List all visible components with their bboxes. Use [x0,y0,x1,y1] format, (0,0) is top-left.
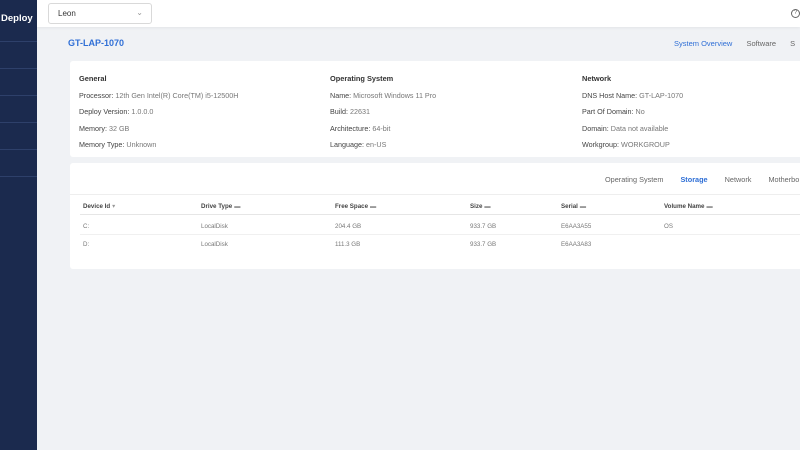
info-row: Deploy Version: 1.0.0.0 [79,107,154,117]
info-row: Processor: 12th Gen Intel(R) Core(TM) i5… [79,91,239,100]
sort-icon: ▬ [234,203,241,210]
table-cell: E6AA3A83 [561,241,592,248]
table-cell: 204.4 GB [335,223,362,230]
table-cell: 933.7 GB [470,241,497,248]
app-brand-label: Deploy [1,13,33,24]
table-cell: E6AA3A55 [561,223,592,230]
sidebar-divider [0,149,37,150]
info-row: Language: en-US [330,140,387,150]
help-icon[interactable]: ? [791,9,800,18]
sidebar-divider [0,95,37,96]
device-tabs: System Overview Software S [674,39,800,48]
section-heading: General [79,74,107,83]
section-heading: Network [582,74,612,83]
app-brand[interactable]: Deploy [0,13,37,24]
sidebar-divider [0,68,37,69]
sidebar-divider [0,41,37,42]
tab-operating-system[interactable]: Operating System [605,175,663,184]
tabs-divider [70,194,800,195]
table-cell: OS [664,223,673,230]
info-row: Workgroup: WORKGROUP [582,140,670,150]
info-row: Build: 22631 [330,107,370,117]
column-header-device-id[interactable]: Device Id ▾ [83,203,115,210]
sort-icon: ▬ [579,203,587,210]
table-cell: LocalDisk [201,223,228,230]
column-header-drive-type[interactable]: Drive Type ▬ [201,203,240,210]
page-title: GT-LAP-1070 [68,38,125,48]
info-row: Memory: 32 GB [79,123,130,133]
column-header-size[interactable]: Size ▬ [470,203,491,210]
top-bar: Leon ⌄ ? [37,0,800,27]
tab-more[interactable]: S [790,39,795,48]
info-row: DNS Host Name: GT-LAP-1070 [582,91,684,100]
tab-motherboard[interactable]: Motherbo [768,175,799,184]
sort-icon: ▬ [484,203,491,210]
sidebar: Deploy [0,0,37,450]
network-section: Network DNS Host Name: GT-LAP-1070 Part … [582,74,683,157]
tab-storage[interactable]: Storage [680,175,707,184]
table-cell: 111.3 GB [335,241,361,248]
general-section: General Processor: 12th Gen Intel(R) Cor… [79,74,238,157]
detail-tabs: Operating System Storage Network Motherb… [605,175,800,184]
tab-system-overview[interactable]: System Overview [674,39,732,48]
info-row: Memory Type: Unknown [79,140,157,150]
table-cell: C: [83,223,90,230]
sort-icon: ▬ [370,203,377,210]
info-row: Name: Microsoft Windows 11 Pro [330,91,437,100]
section-heading: Operating System [330,74,394,83]
table-cell: LocalDisk [201,241,228,248]
info-row: Domain: Data not available [582,123,669,133]
table-row-divider [80,234,800,235]
tab-software[interactable]: Software [746,39,776,48]
table-header-divider [80,214,800,215]
sort-icon: ▬ [706,203,713,210]
column-header-volume-name[interactable]: Volume Name ▬ [664,203,713,210]
column-header-free-space[interactable]: Free Space ▬ [335,203,376,210]
chevron-down-icon: ⌄ [136,8,143,17]
sidebar-divider [0,122,37,123]
sort-desc-icon: ▾ [112,203,116,210]
info-row: Part Of Domain: No [582,107,645,117]
column-header-serial[interactable]: Serial ▬ [561,203,586,210]
sidebar-divider [0,176,37,177]
operating-system-section: Operating System Name: Microsoft Windows… [330,74,436,157]
table-cell: 933.7 GB [470,223,497,230]
user-select-value: Leon [58,9,76,18]
table-cell: D: [83,241,90,248]
storage-card: Operating System Storage Network Motherb… [70,163,800,269]
user-select[interactable]: Leon ⌄ [48,3,152,24]
tab-network[interactable]: Network [725,175,752,184]
info-row: Architecture: 64-bit [330,123,391,133]
system-info-card: General Processor: 12th Gen Intel(R) Cor… [70,61,800,157]
